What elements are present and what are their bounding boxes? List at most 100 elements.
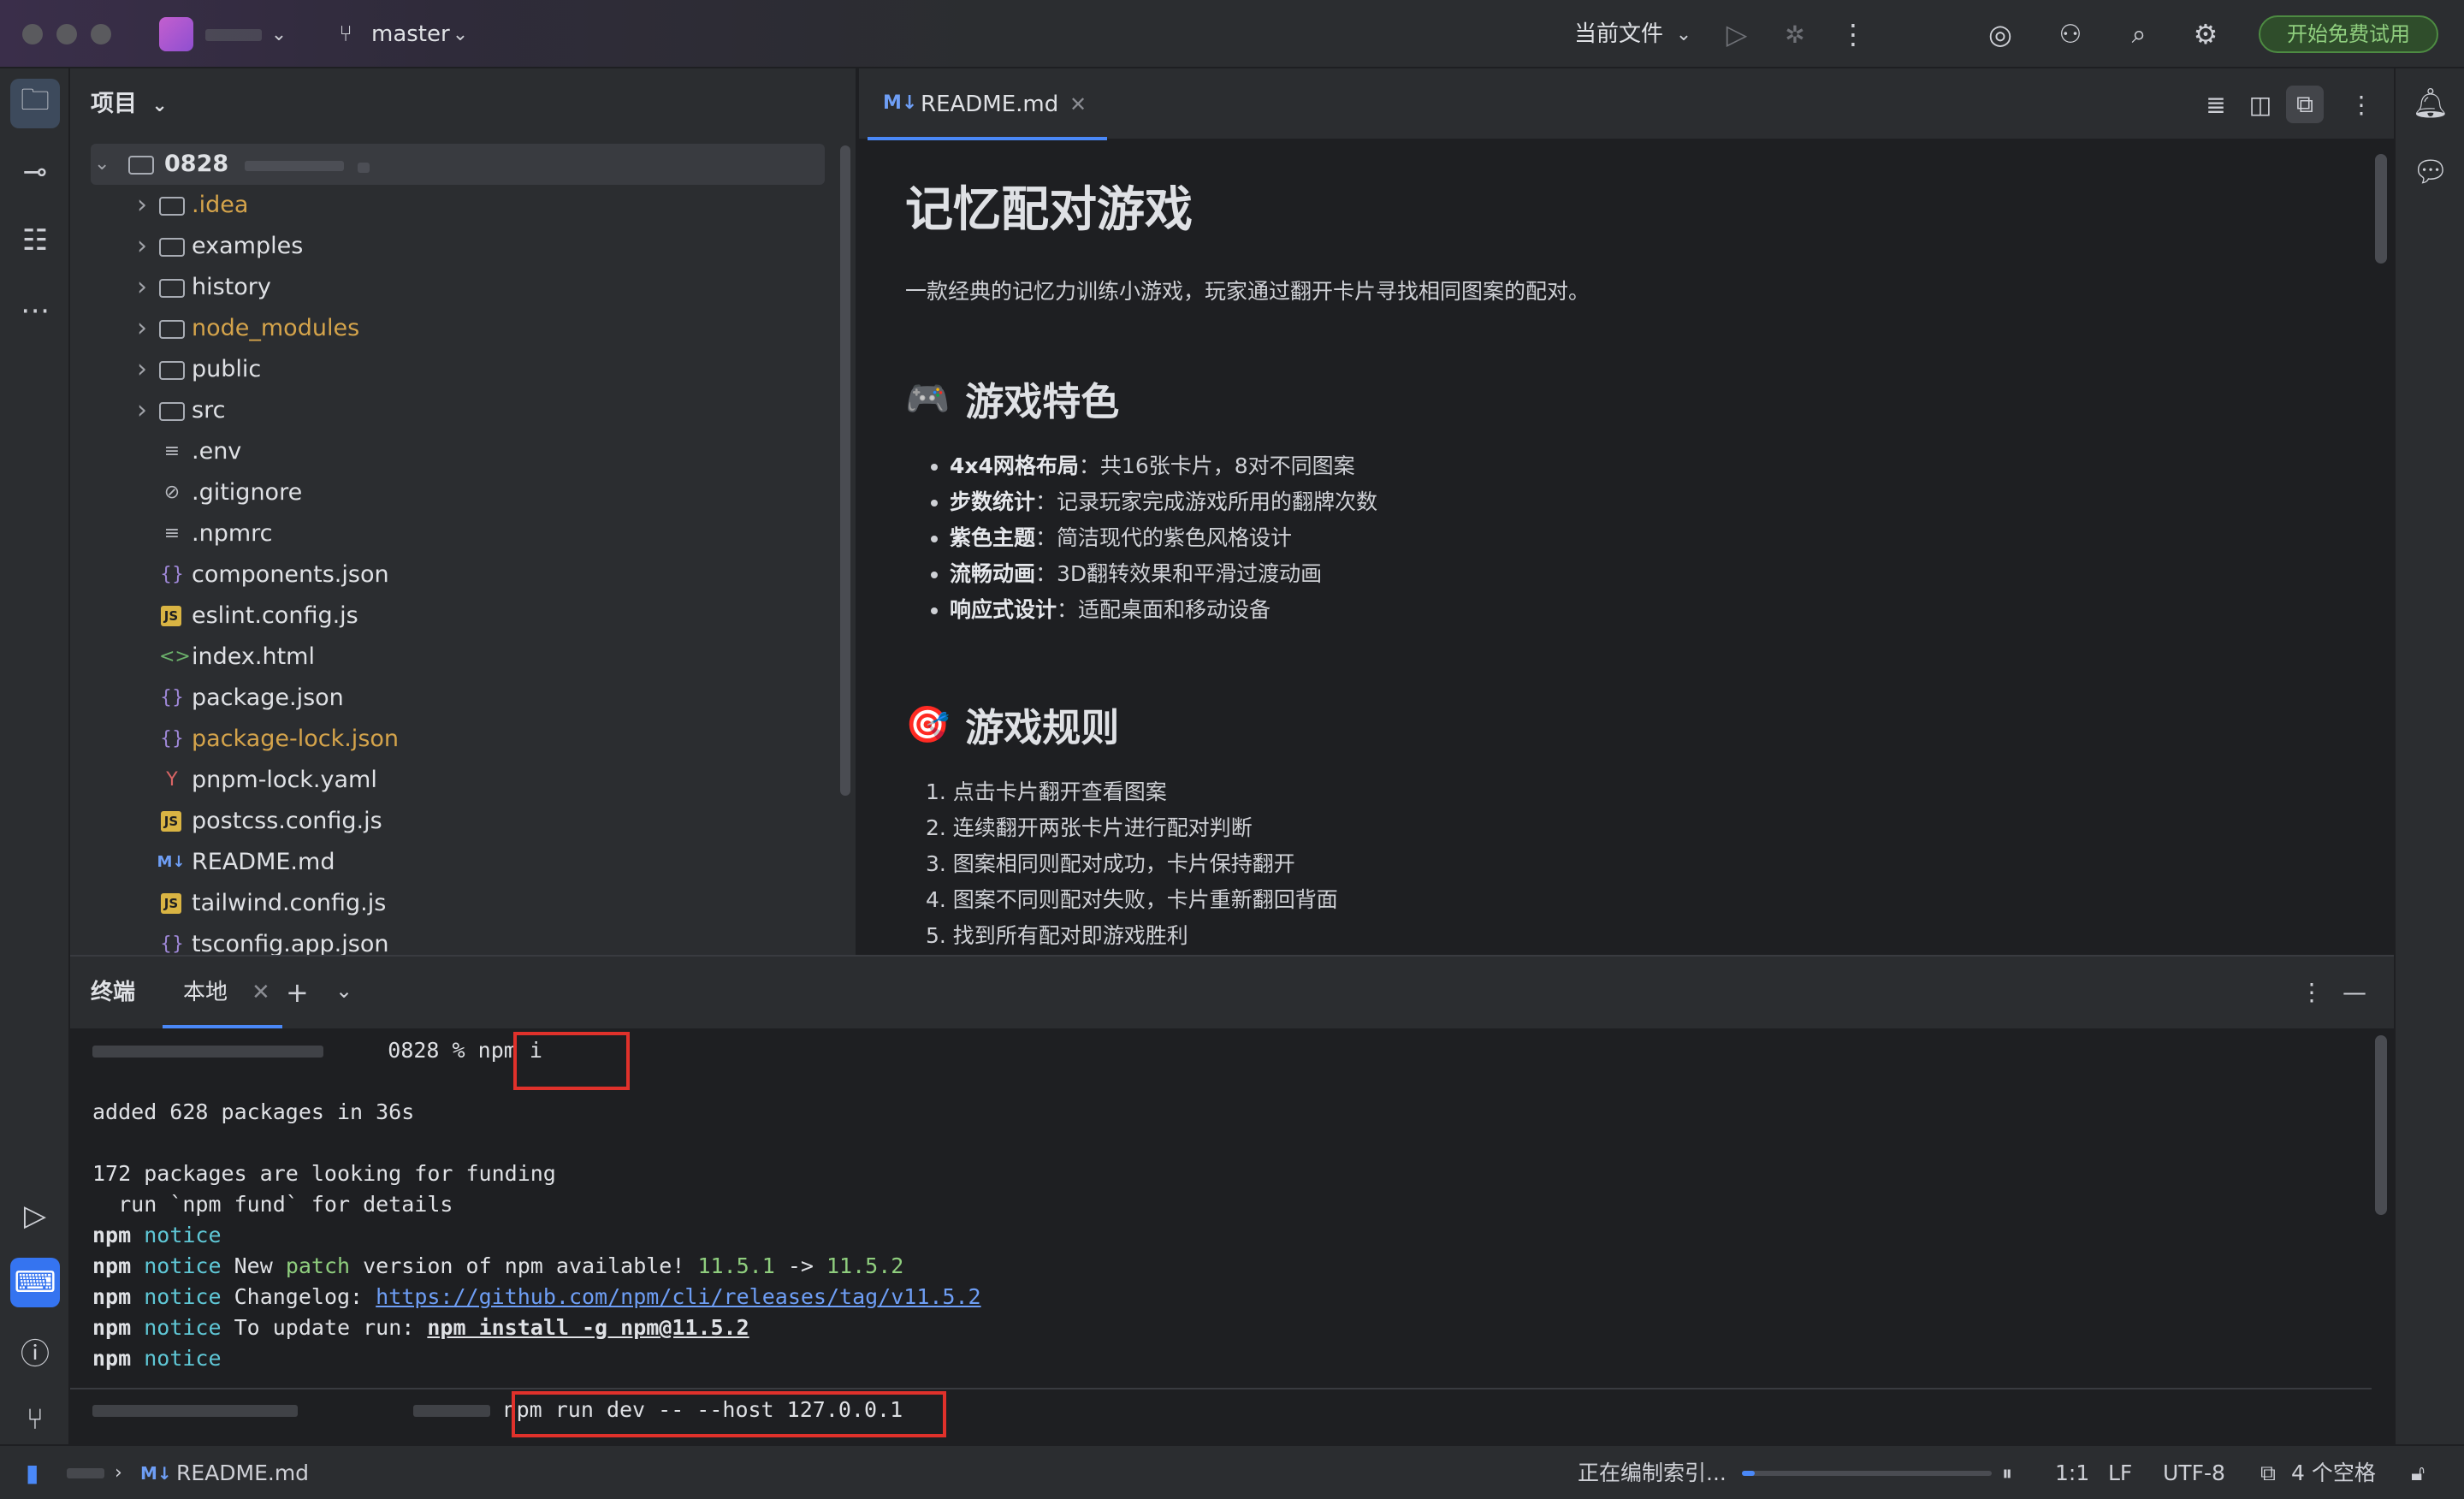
changelog-link[interactable]: https://github.com/npm/cli/releases/tag/…: [376, 1284, 980, 1309]
problems-icon[interactable]: ⓘ: [10, 1326, 60, 1376]
chevron-right-icon[interactable]: ›: [137, 185, 147, 226]
new-terminal-plus-icon[interactable]: +: [286, 957, 309, 1028]
terminal-tab-local[interactable]: 本地 ✕: [163, 957, 282, 1028]
tree-item[interactable]: › src: [70, 390, 840, 431]
indent-setting[interactable]: 4 个空格: [2291, 1446, 2376, 1499]
ai-chat-icon[interactable]: 💬︎: [2406, 147, 2455, 197]
tree-item[interactable]: {} package.json: [70, 678, 840, 719]
project-chevron-down-icon[interactable]: ⌄: [262, 17, 296, 51]
chevron-right-icon[interactable]: ›: [137, 308, 147, 349]
services-run-icon[interactable]: ▷: [10, 1191, 60, 1241]
project-badge-icon[interactable]: [159, 17, 193, 51]
tree-item[interactable]: JS eslint.config.js: [70, 595, 840, 637]
chevron-down-icon[interactable]: ⌄: [94, 144, 110, 185]
notifications-bell-icon[interactable]: 🔔︎: [2406, 79, 2455, 128]
tree-item-label: examples: [192, 233, 304, 259]
highlight-box-npm-run-dev: [512, 1391, 946, 1437]
project-name-redacted[interactable]: [205, 29, 262, 41]
tree-item[interactable]: {} package-lock.json: [70, 719, 840, 760]
npm-changelog-line: npm notice Changelog: https://github.com…: [92, 1282, 2351, 1312]
terminal-more-vertical-icon[interactable]: ⋮: [2300, 957, 2324, 1028]
file-encoding[interactable]: UTF-8: [2163, 1446, 2225, 1499]
tree-root-row[interactable]: ⌄ 0828: [91, 144, 825, 185]
status-project-icon[interactable]: ▮: [26, 1446, 38, 1499]
highlight-box-npm-i: [513, 1032, 630, 1090]
run-config-chevron-down-icon[interactable]: ⌄: [1667, 17, 1701, 51]
status-project-redacted[interactable]: [67, 1468, 104, 1478]
editor-more-vertical-icon[interactable]: ⋮: [2343, 86, 2380, 123]
tab-readme[interactable]: M↓ README.md ✕: [868, 68, 1107, 140]
window-close-button[interactable]: [22, 24, 43, 44]
project-panel-title: 项目: [91, 91, 137, 117]
project-panel-chevron-down-icon[interactable]: ⌄: [151, 95, 167, 116]
tree-item[interactable]: ⊘ .gitignore: [70, 472, 840, 513]
terminal-tab-close-icon[interactable]: ✕: [252, 957, 270, 1028]
html-file-icon: <>: [159, 646, 191, 667]
window-zoom-button[interactable]: [91, 24, 111, 44]
indexing-status[interactable]: 正在编制索引...: [1578, 1446, 1727, 1499]
chevron-right-icon[interactable]: ›: [137, 349, 147, 390]
tab-close-icon[interactable]: ✕: [1069, 68, 1087, 140]
read-only-lock-icon[interactable]: 🔓︎: [2411, 1446, 2425, 1499]
feature-description: ：适配桌面和移动设备: [1057, 597, 1271, 622]
tree-item[interactable]: › .idea: [70, 185, 840, 226]
tree-item[interactable]: M↓ README.md: [70, 842, 840, 883]
run-icon[interactable]: ▷: [1720, 17, 1754, 51]
tree-item[interactable]: JS tailwind.config.js: [70, 883, 840, 924]
ai-assistant-icon[interactable]: ◎: [1983, 17, 2017, 51]
run-config-selector[interactable]: 当前文件: [1574, 0, 1663, 68]
git-icon[interactable]: ⑂: [10, 1395, 60, 1444]
window-minimize-button[interactable]: [56, 24, 77, 44]
npm-new-version-line: npm notice New patch version of npm avai…: [92, 1251, 2351, 1282]
start-free-trial-button[interactable]: 开始免费试用: [2259, 15, 2438, 53]
tree-item[interactable]: ≡ .npmrc: [70, 513, 840, 554]
add-user-icon[interactable]: ⚇: [2053, 17, 2088, 51]
chevron-right-icon[interactable]: ›: [137, 267, 147, 308]
editor-scrollbar[interactable]: [2375, 154, 2387, 264]
tree-item[interactable]: › examples: [70, 226, 840, 267]
project-folder-icon[interactable]: 🗀: [10, 79, 60, 128]
tree-item-label: .npmrc: [192, 520, 273, 547]
tree-item[interactable]: › history: [70, 267, 840, 308]
features-heading: 🎮 游戏特色: [905, 370, 2360, 426]
more-horizontal-icon[interactable]: ⋯: [10, 286, 60, 335]
terminal-minimize-icon[interactable]: —: [2343, 957, 2366, 1028]
editor-tab-bar: M↓ README.md ✕ ≣ ◫ ⧉ ⋮: [859, 68, 2394, 140]
chevron-right-icon[interactable]: ›: [137, 226, 147, 267]
terminal-chevron-down-icon[interactable]: ⌄: [335, 957, 352, 1025]
editor-only-view-icon[interactable]: ≣: [2197, 86, 2235, 123]
settings-gear-icon[interactable]: ⚙: [2189, 17, 2223, 51]
branch-chevron-down-icon[interactable]: ⌄: [443, 17, 477, 51]
feature-description: ：3D翻转效果和平滑过渡动画: [1035, 561, 1323, 586]
tree-item[interactable]: ≡ .env: [70, 431, 840, 472]
chevron-right-icon[interactable]: ›: [137, 390, 147, 431]
tree-item[interactable]: {} tsconfig.app.json: [70, 924, 840, 955]
split-view-icon[interactable]: ◫: [2242, 86, 2279, 123]
tree-item[interactable]: › node_modules: [70, 308, 840, 349]
project-scrollbar[interactable]: [840, 145, 850, 796]
tree-item[interactable]: <> index.html: [70, 637, 840, 678]
structure-icon[interactable]: ☷: [10, 216, 60, 265]
tree-item[interactable]: JS postcss.config.js: [70, 801, 840, 842]
commit-icon[interactable]: ⊸: [10, 147, 60, 197]
update-command[interactable]: npm install -g npm@11.5.2: [427, 1315, 749, 1340]
debug-icon[interactable]: ✲: [1778, 17, 1812, 51]
tree-item[interactable]: Ypnpm-lock.yaml: [70, 760, 840, 801]
js-file-icon: JS: [161, 811, 181, 832]
terminal-scrollbar[interactable]: [2375, 1035, 2387, 1215]
project-panel-header[interactable]: 项目 ⌄: [91, 68, 168, 140]
terminal-output[interactable]: 0828 % npm i added 628 packages in 36s 1…: [92, 1035, 2351, 1374]
branch-selector[interactable]: master: [371, 0, 450, 68]
pause-indexing-icon[interactable]: ⏸: [2002, 1446, 2012, 1499]
caret-position[interactable]: 1:1: [2055, 1446, 2089, 1499]
preview-only-view-icon[interactable]: ⧉: [2286, 86, 2324, 123]
more-vertical-icon[interactable]: ⋮: [1836, 17, 1870, 51]
line-separator[interactable]: LF: [2108, 1446, 2132, 1499]
project-tree: ⌄ 0828 › .idea › examples › history › node_modu…: [70, 144, 840, 955]
tree-item[interactable]: {} components.json: [70, 554, 840, 595]
markdown-preview: 记忆配对游戏 一款经典的记忆力训练小游戏，玩家通过翻开卡片寻找相同图案的配对。 …: [905, 171, 2360, 954]
breadcrumb-file[interactable]: README.md: [176, 1446, 309, 1499]
tree-item[interactable]: › public: [70, 349, 840, 390]
search-icon[interactable]: ⌕: [2122, 17, 2156, 51]
terminal-icon[interactable]: ⌨: [10, 1258, 60, 1307]
